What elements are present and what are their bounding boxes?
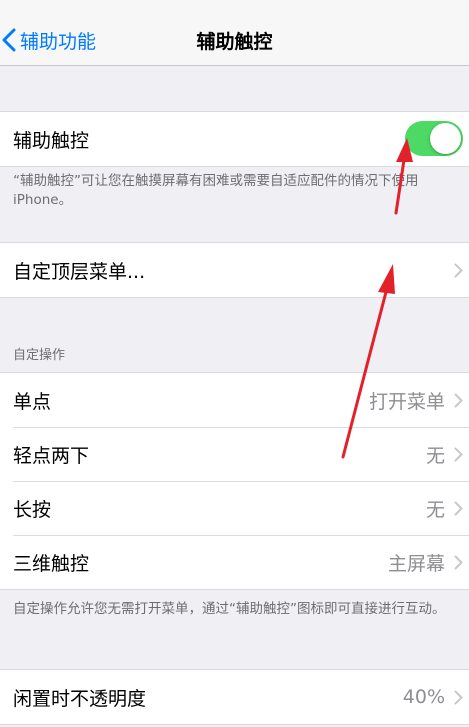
double-tap-row[interactable]: 轻点两下 无 — [0, 427, 469, 481]
idle-opacity-value: 40% — [402, 686, 445, 708]
single-tap-value: 打开菜单 — [368, 390, 445, 413]
row-accessory: 打开菜单 — [369, 373, 463, 427]
assistivetouch-toggle[interactable] — [405, 121, 463, 156]
assistivetouch-label: 辅助触控 — [13, 129, 90, 152]
idle-opacity-label: 闲置时不透明度 — [13, 687, 147, 710]
idle-opacity-group: 闲置时不透明度 40% — [0, 669, 469, 725]
row-accessory: 无 — [426, 481, 463, 535]
custom-actions-footnote: 自定操作允许您无需打开菜单，通过“辅助触控”图标即可直接进行互动。 — [13, 601, 446, 617]
navigation-bar: 辅助功能 辅助触控 — [0, 0, 469, 66]
row-accessory: 40% — [403, 670, 463, 724]
3d-touch-row[interactable]: 三维触控 主屏幕 — [0, 535, 469, 589]
chevron-right-icon — [454, 501, 463, 515]
customize-menu-group: 自定顶层菜单... — [0, 242, 469, 298]
double-tap-value: 无 — [425, 444, 445, 467]
single-tap-row[interactable]: 单点 打开菜单 — [0, 373, 469, 427]
chevron-right-icon — [454, 393, 463, 407]
assistivetouch-footnote: “辅助触控”可让您在触摸屏幕有困难或需要自适应配件的情况下使用 iPhone。 — [13, 173, 419, 208]
custom-actions-group: 单点 打开菜单 轻点两下 无 长按 无 三维触控 主屏幕 — [0, 372, 469, 590]
custom-actions-header: 自定操作 — [13, 348, 66, 363]
row-accessory: 无 — [426, 427, 463, 481]
chevron-right-icon — [454, 263, 463, 277]
long-press-row[interactable]: 长按 无 — [0, 481, 469, 535]
assistivetouch-row: 辅助触控 — [0, 112, 469, 166]
row-accessory — [454, 243, 463, 297]
single-tap-label: 单点 — [13, 390, 52, 413]
chevron-right-icon — [454, 555, 463, 569]
chevron-right-icon — [454, 447, 463, 461]
customize-menu-label: 自定顶层菜单... — [13, 260, 146, 283]
long-press-label: 长按 — [13, 498, 52, 521]
customize-menu-row[interactable]: 自定顶层菜单... — [0, 243, 469, 297]
idle-opacity-row[interactable]: 闲置时不透明度 40% — [0, 670, 469, 724]
toggle-knob — [430, 123, 461, 154]
row-accessory: 主屏幕 — [388, 535, 463, 589]
page-title: 辅助触控 — [196, 31, 273, 53]
chevron-right-icon — [454, 690, 463, 704]
assistivetouch-group: 辅助触控 — [0, 111, 469, 167]
3d-touch-label: 三维触控 — [13, 552, 90, 575]
3d-touch-value: 主屏幕 — [387, 552, 445, 575]
double-tap-label: 轻点两下 — [13, 444, 90, 467]
long-press-value: 无 — [425, 498, 445, 521]
